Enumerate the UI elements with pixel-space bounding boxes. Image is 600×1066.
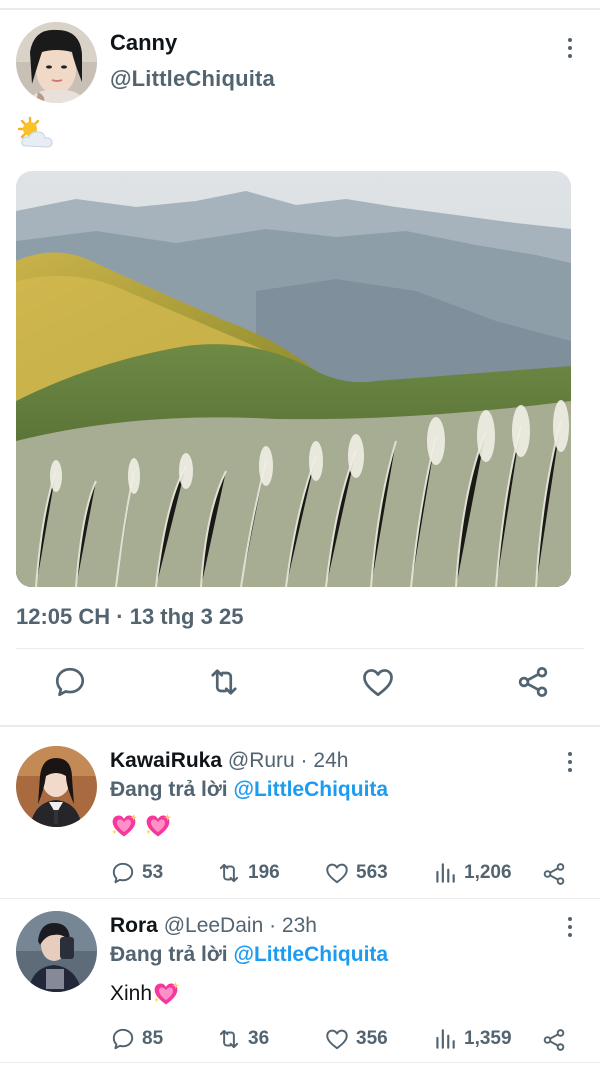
views-icon xyxy=(432,1026,458,1052)
divider xyxy=(16,648,584,649)
divider xyxy=(0,1062,600,1063)
tweet-photo-mountain-landscape[interactable] xyxy=(16,171,571,587)
replying-prefix: Đang trả lời xyxy=(110,943,228,966)
retweet-count[interactable]: 196 xyxy=(216,860,280,886)
tweet-timestamp[interactable]: 12:05 CH · 13 thg 3 25 xyxy=(16,604,243,630)
reply-avatar[interactable] xyxy=(16,911,97,992)
replying-to-line: Đang trả lời @LittleChiquita xyxy=(110,943,388,967)
mention-link[interactable]: @LittleChiquita xyxy=(233,943,388,966)
reply-author-line: KawaiRuka @Ruru · 24h xyxy=(110,749,348,773)
sparkling-heart-emoji xyxy=(110,812,138,840)
reply-author-name[interactable]: Rora xyxy=(110,914,158,937)
retweet-icon xyxy=(216,1026,242,1052)
reply-text: Xinh xyxy=(110,980,180,1008)
share-icon[interactable] xyxy=(541,1027,567,1053)
reply-avatar[interactable] xyxy=(16,746,97,827)
sparkling-heart-emoji xyxy=(144,812,172,840)
view-count[interactable]: 1,359 xyxy=(432,1026,512,1052)
share-icon[interactable] xyxy=(515,664,551,700)
author-handle[interactable]: @LittleChiquita xyxy=(110,66,275,92)
reply-icon xyxy=(110,1026,136,1052)
sparkling-heart-emoji xyxy=(152,980,180,1008)
views-icon xyxy=(432,860,458,886)
tweet-action-bar xyxy=(0,664,600,710)
replying-to-line: Đang trả lời @LittleChiquita xyxy=(110,778,388,802)
like-icon[interactable] xyxy=(360,664,396,700)
reply-author-name[interactable]: KawaiRuka xyxy=(110,749,222,772)
share-icon[interactable] xyxy=(541,861,567,887)
reply-author-line: Rora @LeeDain · 23h xyxy=(110,914,317,938)
more-options-icon[interactable] xyxy=(565,38,575,58)
more-options-icon[interactable] xyxy=(565,917,575,937)
author-avatar[interactable] xyxy=(16,22,97,103)
like-icon xyxy=(324,1026,350,1052)
reply-icon xyxy=(110,860,136,886)
replying-prefix: Đang trả lời xyxy=(110,778,228,801)
divider xyxy=(0,725,600,727)
retweet-count[interactable]: 36 xyxy=(216,1026,269,1052)
reply-text xyxy=(110,812,172,840)
like-icon xyxy=(324,860,350,886)
divider xyxy=(0,898,600,899)
like-count[interactable]: 356 xyxy=(324,1026,388,1052)
more-options-icon[interactable] xyxy=(565,752,575,772)
retweet-icon[interactable] xyxy=(206,664,242,700)
retweet-icon xyxy=(216,860,242,886)
reply-count[interactable]: 85 xyxy=(110,1026,163,1052)
reply-handle-time[interactable]: @LeeDain · 23h xyxy=(164,914,317,937)
author-display-name[interactable]: Canny xyxy=(110,30,177,56)
reply-handle-time[interactable]: @Ruru · 24h xyxy=(228,749,349,772)
mention-link[interactable]: @LittleChiquita xyxy=(233,778,388,801)
sun-behind-cloud-emoji xyxy=(16,116,54,152)
reply-count[interactable]: 53 xyxy=(110,860,163,886)
like-count[interactable]: 563 xyxy=(324,860,388,886)
top-divider xyxy=(0,8,600,10)
reply-icon[interactable] xyxy=(52,664,88,700)
view-count[interactable]: 1,206 xyxy=(432,860,512,886)
